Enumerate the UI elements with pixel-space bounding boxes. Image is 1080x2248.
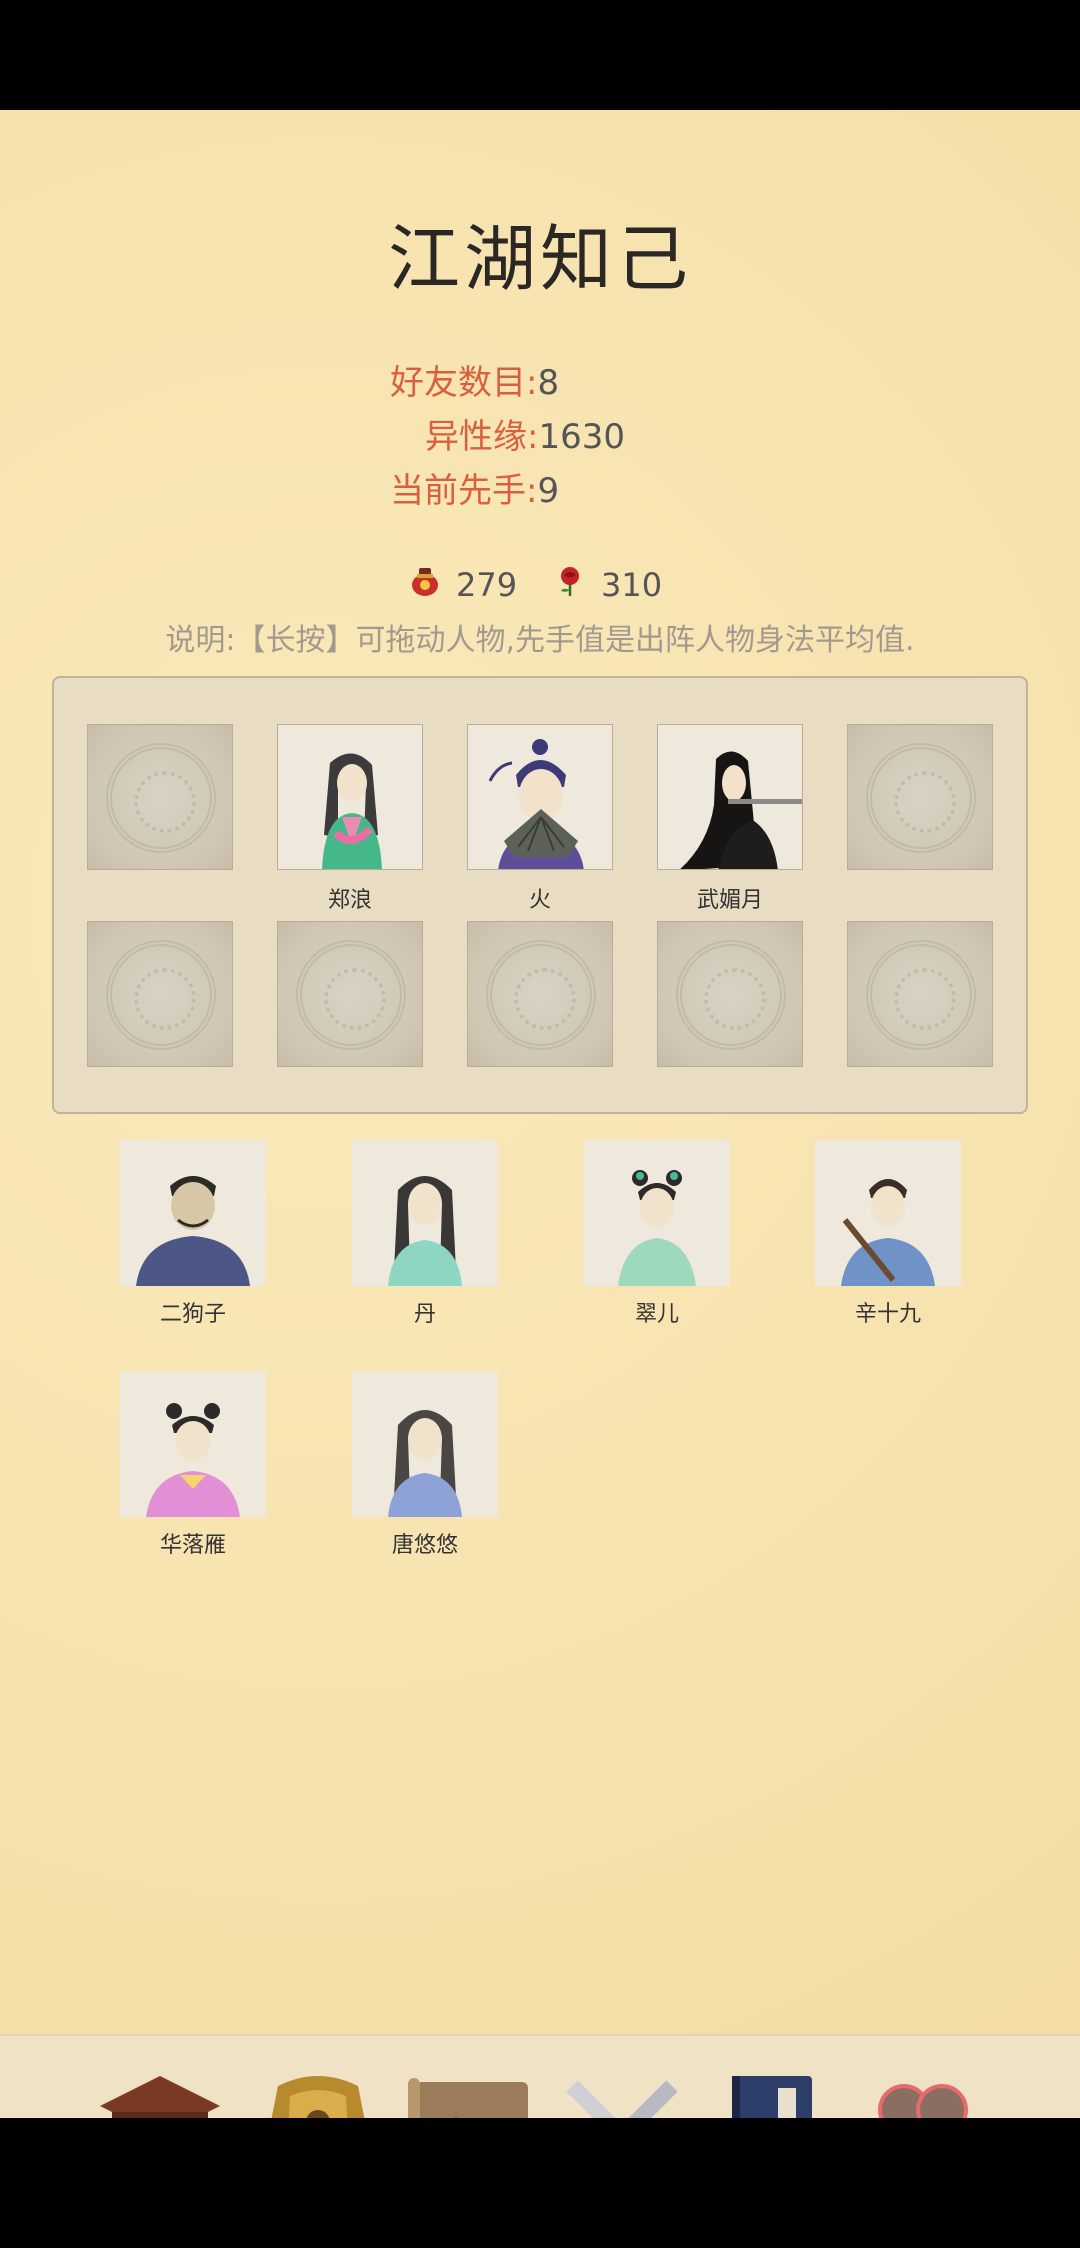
page-title: 江湖知己: [387, 217, 692, 301]
partners-screen: 江湖知己 好友数目:8 异性缘:1630 当前先手:9 279 310 说明:【…: [0, 110, 1080, 2228]
partner-name: 华落雁: [159, 1533, 226, 1558]
team-slot-name: 武媚月: [696, 888, 763, 913]
team-slot-empty[interactable]: [467, 921, 613, 1067]
wine-currency: 279: [410, 565, 517, 605]
hint-text: 说明:【长按】可拖动人物,先手值是出阵人物身法平均值.: [165, 623, 915, 658]
team-slot-zheng-lang[interactable]: [277, 724, 423, 870]
partner-card-cuier[interactable]: [584, 1140, 730, 1286]
team-slot-wu-meiyue[interactable]: [657, 724, 803, 870]
empty-slot-emblem-icon: [866, 743, 976, 853]
partner-card-xin-shijiu[interactable]: [815, 1140, 961, 1286]
portrait-er-gouzi: [136, 1176, 250, 1286]
partner-card-hua-luoyan[interactable]: [120, 1371, 266, 1517]
partner-card-dan[interactable]: [352, 1140, 498, 1286]
portrait-cuier: [618, 1170, 696, 1286]
initiative-stat: 当前先手:9: [390, 463, 559, 512]
empty-slot-emblem-icon: [676, 940, 786, 1050]
wine-value: 279: [456, 566, 518, 604]
team-slot-name: 郑浪: [327, 888, 372, 913]
team-slot-empty[interactable]: [87, 724, 233, 870]
team-formation-panel: 郑浪 火 武媚月: [52, 676, 1028, 1114]
portrait-wu-meiyue: [680, 751, 802, 869]
friend-count: 好友数目:8: [390, 355, 559, 404]
team-slot-empty[interactable]: [847, 724, 993, 870]
partner-name: 辛十九: [854, 1302, 921, 1327]
rose-icon: [555, 565, 585, 605]
empty-slot-emblem-icon: [296, 940, 406, 1050]
rose-currency: 310: [555, 565, 662, 605]
status-bar: [0, 0, 1080, 110]
empty-slot-emblem-icon: [106, 940, 216, 1050]
partner-name: 翠儿: [634, 1302, 679, 1327]
partner-name: 二狗子: [159, 1302, 226, 1327]
initiative-label: 当前先手:: [390, 471, 538, 511]
romance-value: 1630: [538, 417, 625, 457]
portrait-hua-luoyan: [146, 1403, 240, 1517]
team-slot-name: 火: [528, 888, 551, 913]
portrait-zheng-lang: [322, 753, 382, 869]
portrait-huo: [488, 739, 584, 869]
team-slot-empty[interactable]: [87, 921, 233, 1067]
friend-count-value: 8: [537, 363, 560, 403]
team-slot-huo[interactable]: [467, 724, 613, 870]
initiative-value: 9: [537, 471, 560, 511]
empty-slot-emblem-icon: [106, 743, 216, 853]
romance-stat: 异性缘:1630: [425, 409, 625, 458]
empty-slot-emblem-icon: [486, 940, 596, 1050]
partner-card-er-gouzi[interactable]: [120, 1140, 266, 1286]
rose-value: 310: [601, 566, 663, 604]
partner-name: 唐悠悠: [391, 1533, 458, 1558]
portrait-xin-shijiu: [841, 1179, 935, 1286]
partner-card-tang-youyou[interactable]: [352, 1371, 498, 1517]
portrait-dan: [388, 1176, 462, 1286]
team-slot-empty[interactable]: [277, 921, 423, 1067]
team-slot-empty[interactable]: [657, 921, 803, 1067]
wine-jar-icon: [410, 565, 440, 605]
team-slot-empty[interactable]: [847, 921, 993, 1067]
empty-slot-emblem-icon: [866, 940, 976, 1050]
partner-name: 丹: [413, 1302, 436, 1327]
system-nav-bar: [0, 2118, 1080, 2248]
friend-count-label: 好友数目:: [390, 363, 538, 403]
romance-label: 异性缘:: [425, 417, 539, 457]
portrait-tang-youyou: [388, 1410, 462, 1517]
